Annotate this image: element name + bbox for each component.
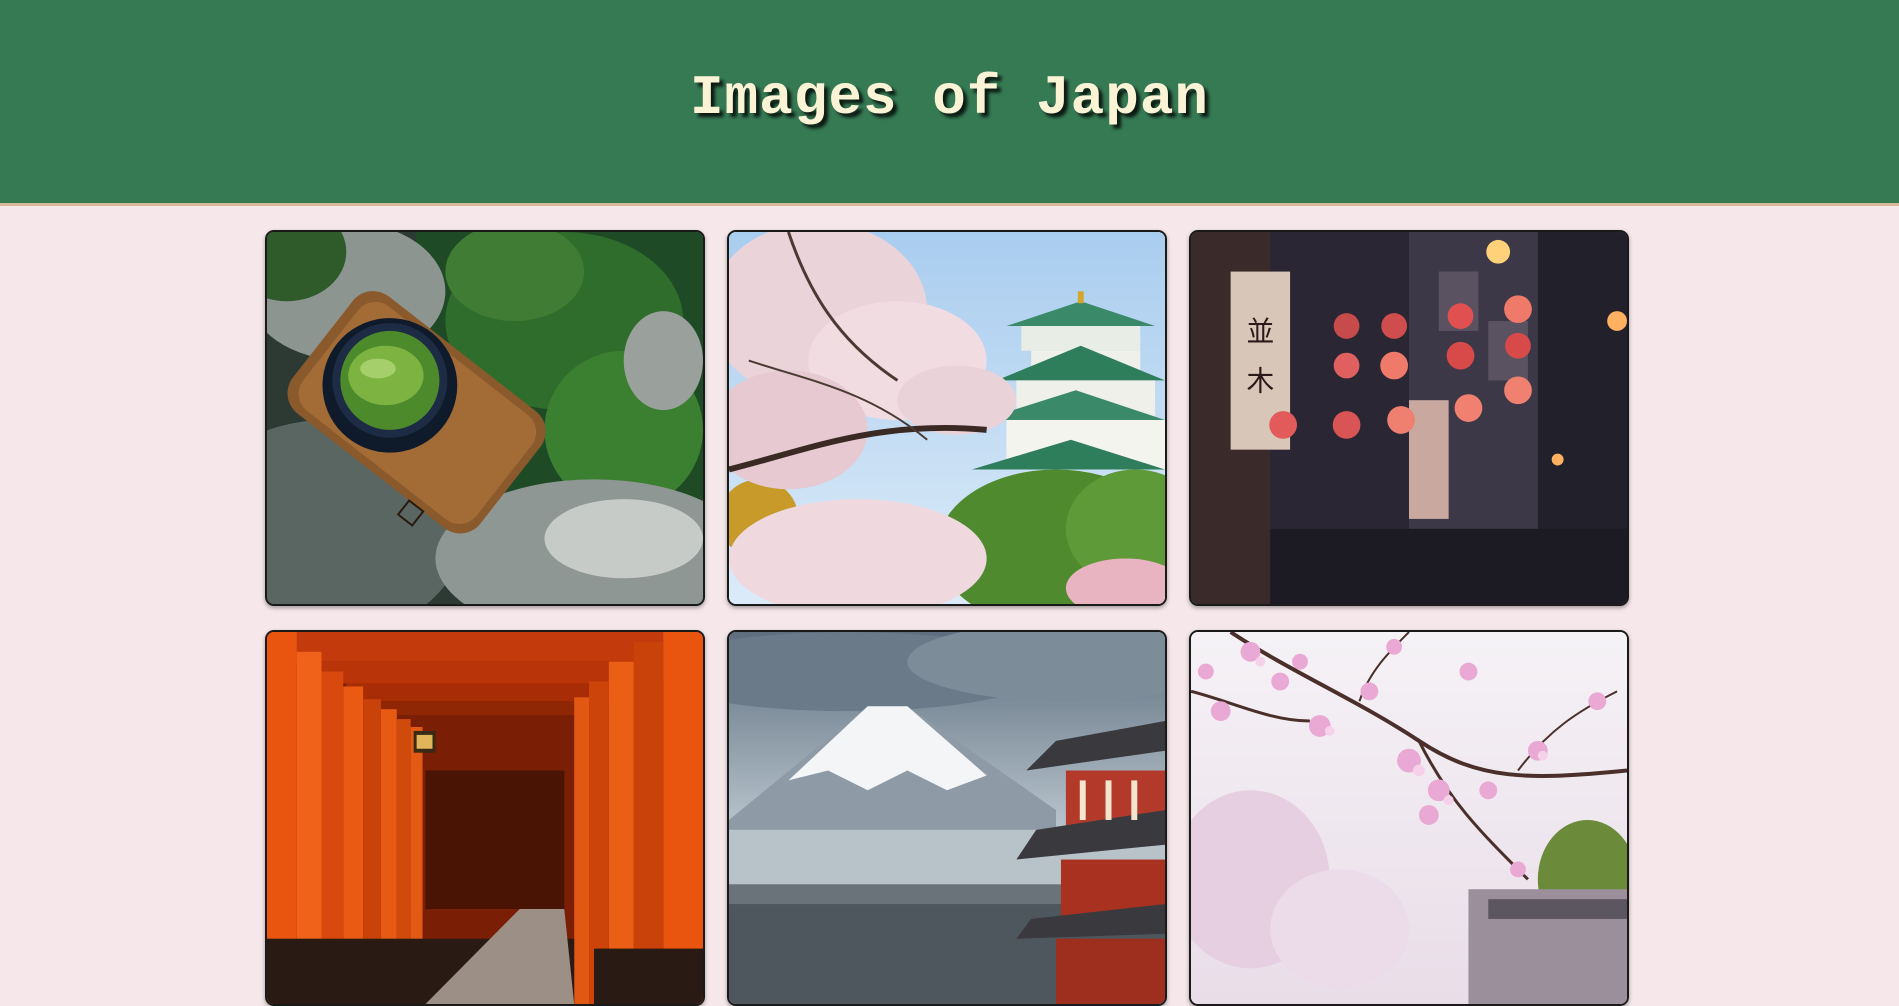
gallery-image-castle[interactable]	[727, 230, 1167, 606]
site-header: Images of Japan	[0, 0, 1899, 206]
gallery-image-lantern-alley[interactable]: 並 木	[1189, 230, 1629, 606]
gallery-image-blossom-branches[interactable]	[1189, 630, 1629, 1006]
gallery-image-matcha[interactable]	[265, 230, 705, 606]
image-gallery: 並 木	[265, 230, 1633, 1006]
svg-text:並: 並	[1246, 315, 1274, 348]
gallery-image-torii[interactable]	[265, 630, 705, 1006]
svg-text:木: 木	[1246, 364, 1274, 397]
page-title: Images of Japan	[689, 65, 1210, 130]
gallery-image-fuji[interactable]	[727, 630, 1167, 1006]
